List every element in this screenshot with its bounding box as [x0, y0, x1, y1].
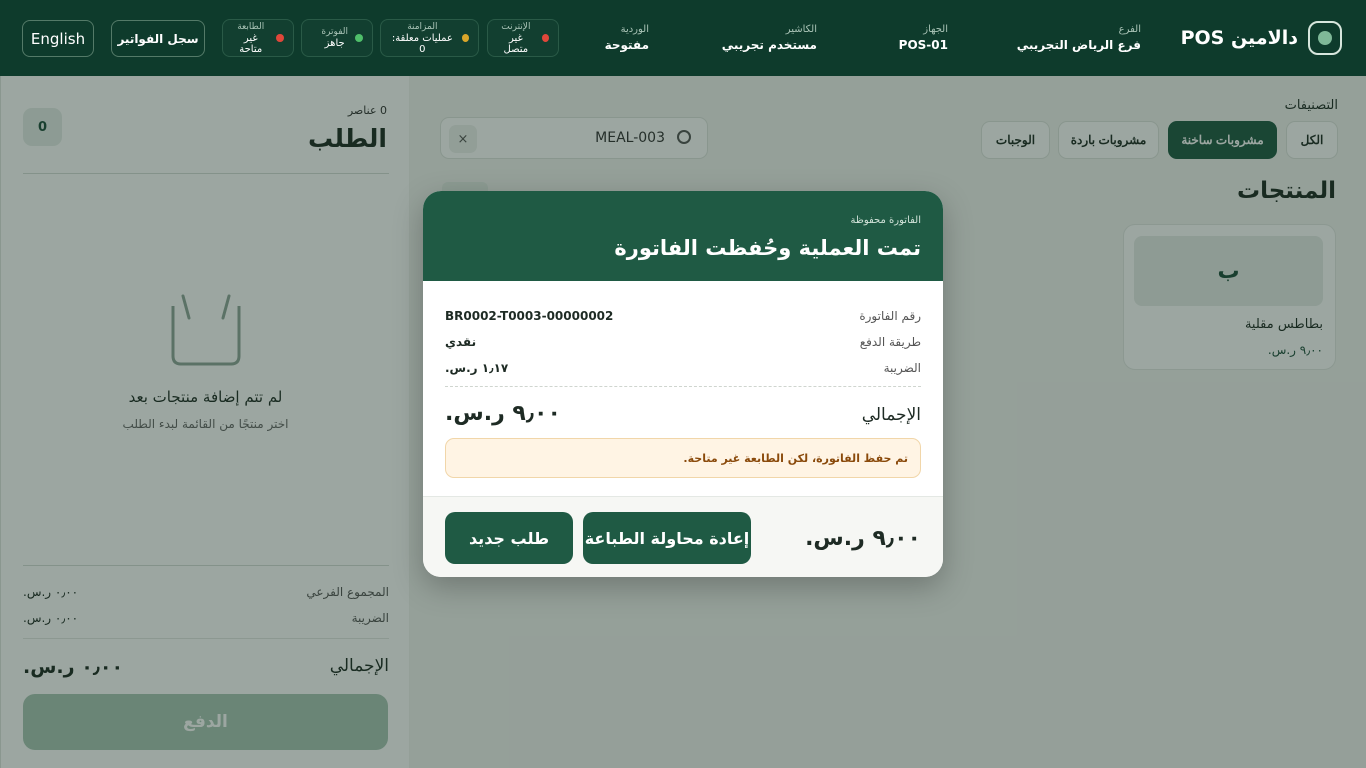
branch-label: الفرع: [1118, 24, 1141, 35]
shift-label: الوردية: [620, 24, 649, 35]
internet-status-dot: [541, 34, 549, 42]
invoice-tax-label: الضريبة: [883, 361, 921, 375]
top-bar: دالامين POS الفرع فرع الرياض التجريبي ال…: [0, 0, 1366, 76]
invoicing-status-label: الفوترة: [321, 27, 348, 37]
brand-name: دالامين POS: [1180, 27, 1298, 49]
printer-status-label: الطابعة: [237, 21, 265, 32]
dialog-title: تمت العملية وحُفظت الفاتورة: [614, 236, 921, 260]
device-info: الجهاز POS-01: [899, 24, 948, 52]
dialog-header: الفاتورة محفوظة تمت العملية وحُفظت الفات…: [423, 191, 943, 281]
invoices-log-button[interactable]: سجل الفواتير: [111, 20, 205, 57]
brand: دالامين POS: [1181, 20, 1342, 56]
internet-status-label: الإنترنت: [501, 21, 531, 32]
shift-value: مفتوحة: [604, 38, 649, 52]
status-internet: الإنترنت غير متصل: [487, 19, 559, 57]
sync-status-label: المزامنة: [407, 21, 438, 32]
printer-status-dot: [276, 34, 284, 42]
invoice-tax-value: ١٫١٧ ر.س.: [445, 361, 509, 375]
sync-status-dot: [461, 34, 469, 42]
invoicing-status-value: جاهز: [324, 38, 345, 49]
status-sync: المزامنة عمليات معلقة: 0: [380, 19, 479, 57]
branch-value: فرع الرياض التجريبي: [1016, 38, 1141, 52]
internet-status-value: غير متصل: [503, 32, 529, 55]
status-printer: الطابعة غير متاحة: [222, 19, 294, 57]
device-value: POS-01: [898, 38, 948, 52]
device-label: الجهاز: [923, 24, 948, 35]
new-order-button[interactable]: طلب جديد: [445, 512, 573, 564]
cashier-value: مستخدم تجريبي: [721, 38, 817, 52]
dialog-subtitle: الفاتورة محفوظة: [850, 215, 921, 226]
shift-info: الوردية مفتوحة: [605, 24, 649, 52]
payment-method-row: طريقة الدفع نقدي: [445, 335, 921, 353]
sync-status-value: عمليات معلقة: 0: [391, 32, 453, 55]
invoice-number-row: رقم الفاتورة BR0002-T0003-00000002: [445, 309, 921, 327]
retry-print-button[interactable]: إعادة محاولة الطباعة: [583, 512, 751, 564]
payment-method-label: طريقة الدفع: [859, 335, 921, 349]
cashier-info: الكاشير مستخدم تجريبي: [722, 24, 817, 52]
dashed-divider: [445, 386, 921, 387]
footer-amount: ٩٫٠٠ ر.س.: [805, 526, 921, 551]
printer-status-value: غير متاحة: [239, 32, 263, 55]
invoice-number-label: رقم الفاتورة: [859, 309, 921, 323]
status-invoicing: الفوترة جاهز: [301, 19, 373, 57]
brand-logo-icon: [1308, 21, 1342, 55]
invoice-tax-row: الضريبة ١٫١٧ ر.س.: [445, 361, 921, 379]
invoice-number-value: BR0002-T0003-00000002: [445, 309, 614, 323]
invoice-total-label: الإجمالي: [861, 405, 921, 425]
cashier-label: الكاشير: [785, 24, 817, 35]
payment-method-value: نقدي: [445, 335, 477, 349]
branch-info: الفرع فرع الرياض التجريبي: [1017, 24, 1141, 52]
invoicing-status-dot: [355, 34, 363, 42]
language-toggle-button[interactable]: English: [22, 20, 94, 57]
invoice-saved-dialog: الفاتورة محفوظة تمت العملية وحُفظت الفات…: [423, 191, 943, 577]
dialog-footer: ٩٫٠٠ ر.س. إعادة محاولة الطباعة طلب جديد: [423, 496, 943, 577]
invoice-total-value: ٩٫٠٠ ر.س.: [445, 401, 561, 426]
printer-warning-message: تم حفظ الفاتورة، لكن الطابعة غير متاحة.: [445, 438, 921, 478]
